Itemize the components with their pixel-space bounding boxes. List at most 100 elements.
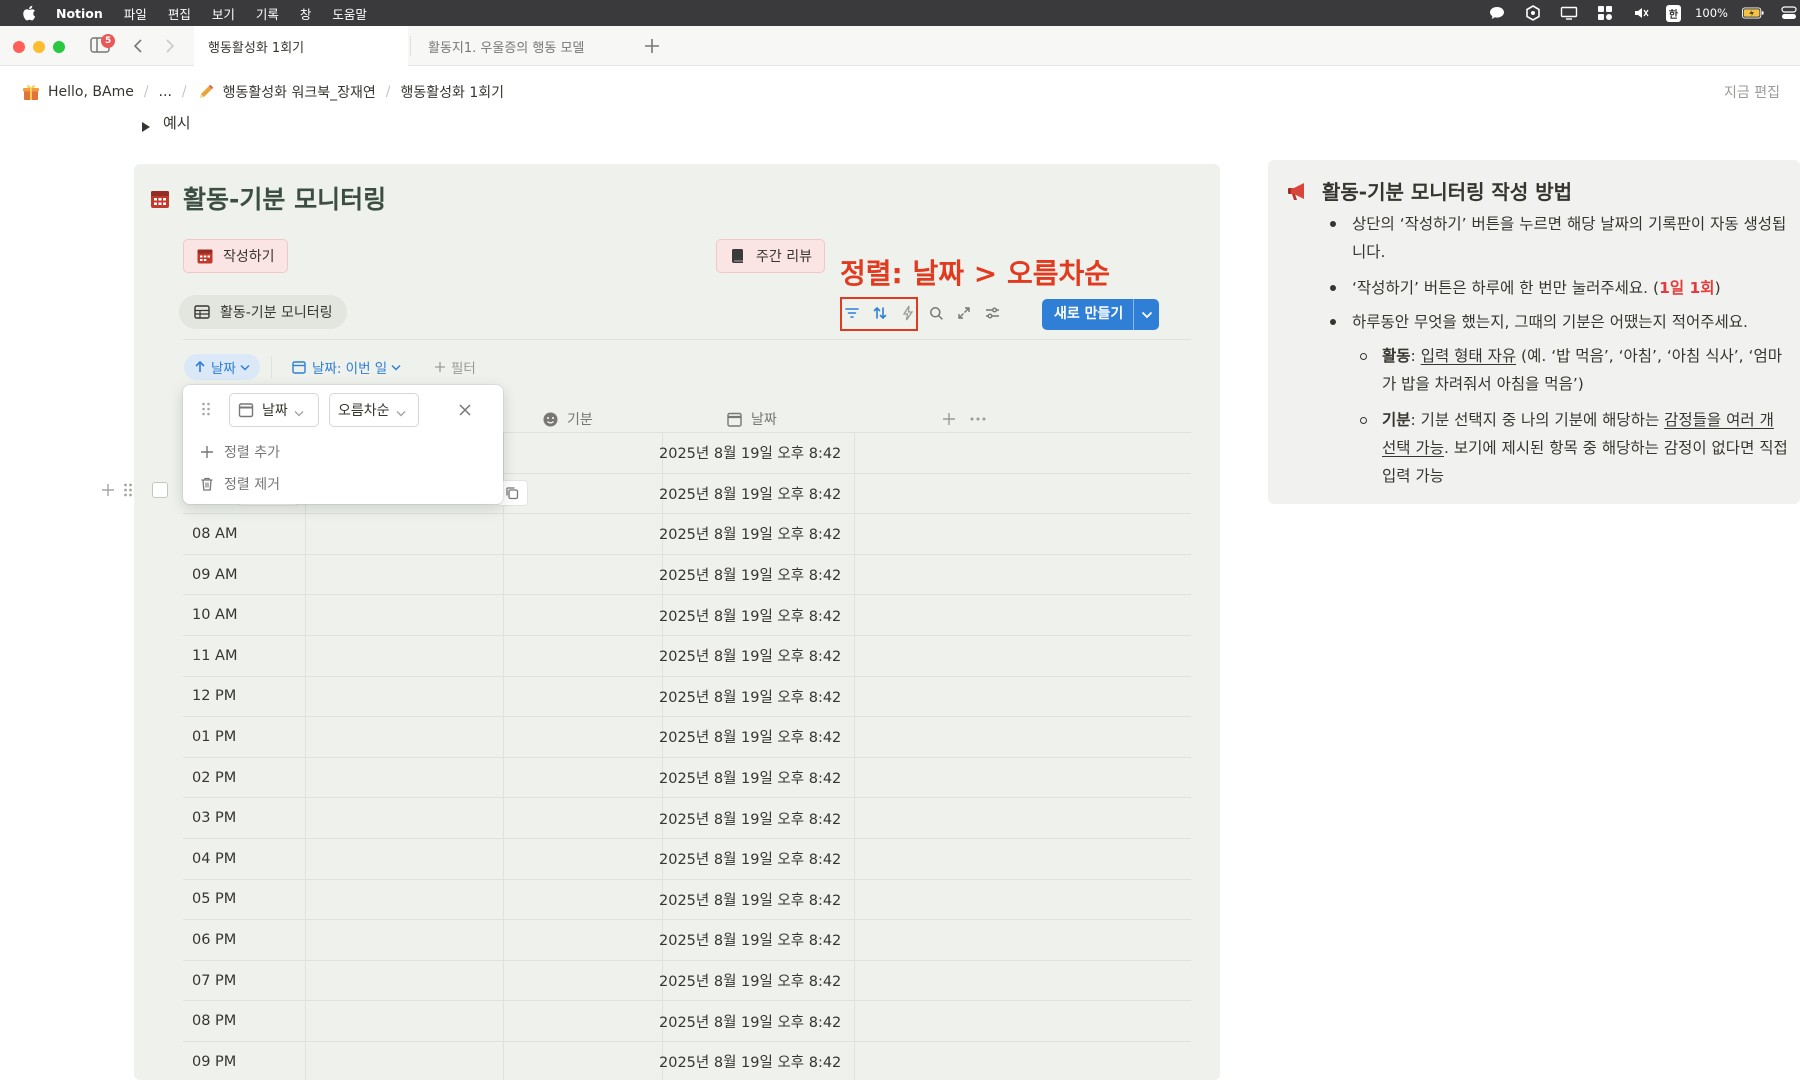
table-row[interactable]: 08 PM 2025년 8월 19일 오후 8:42 bbox=[183, 1000, 1191, 1041]
add-filter-chip[interactable]: 필터 bbox=[424, 354, 486, 380]
menu-edit[interactable]: 편집 bbox=[168, 4, 191, 23]
new-tab-plus-icon[interactable] bbox=[640, 34, 664, 58]
tab-active[interactable]: 행동활성화 1회기 bbox=[194, 26, 408, 66]
chat-icon[interactable] bbox=[1486, 5, 1508, 21]
toggle-triangle-icon[interactable] bbox=[141, 118, 151, 132]
time-cell[interactable]: 05 PM bbox=[192, 880, 298, 920]
expand-icon[interactable] bbox=[950, 299, 978, 327]
date-cell[interactable]: 2025년 8월 19일 오후 8:42 bbox=[659, 717, 879, 757]
breadcrumb-ellipsis[interactable]: ... bbox=[159, 84, 172, 100]
table-row[interactable]: 06 PM 2025년 8월 19일 오후 8:42 bbox=[183, 919, 1191, 960]
apple-icon[interactable] bbox=[20, 4, 38, 22]
date-cell[interactable]: 2025년 8월 19일 오후 8:42 bbox=[659, 1042, 879, 1080]
input-source-indicator[interactable]: 한 bbox=[1665, 4, 1682, 22]
date-cell[interactable]: 2025년 8월 19일 오후 8:42 bbox=[659, 636, 879, 676]
menu-window[interactable]: 창 bbox=[300, 4, 312, 23]
time-cell[interactable]: 04 PM bbox=[192, 839, 298, 879]
date-cell[interactable]: 2025년 8월 19일 오후 8:42 bbox=[659, 433, 879, 473]
example-toggle[interactable]: 예시 bbox=[141, 112, 191, 133]
search-icon[interactable] bbox=[922, 299, 950, 327]
table-row[interactable]: 03 PM 2025년 8월 19일 오후 8:42 bbox=[183, 797, 1191, 838]
time-cell[interactable]: 01 PM bbox=[192, 717, 298, 757]
settings-sliders-icon[interactable] bbox=[978, 299, 1006, 327]
more-options-icon[interactable] bbox=[969, 404, 989, 434]
date-cell[interactable]: 2025년 8월 19일 오후 8:42 bbox=[659, 880, 879, 920]
chevron-down-icon[interactable] bbox=[1133, 299, 1159, 330]
breadcrumb-parent[interactable]: 행동활성화 워크북_장재연 bbox=[223, 82, 376, 102]
time-cell[interactable]: 08 PM bbox=[192, 1001, 298, 1041]
close-window-button[interactable] bbox=[13, 41, 25, 53]
forward-arrow-icon[interactable] bbox=[160, 36, 178, 56]
date-cell[interactable]: 2025년 8월 19일 오후 8:42 bbox=[659, 514, 879, 554]
back-arrow-icon[interactable] bbox=[130, 36, 148, 56]
table-row[interactable]: 12 PM 2025년 8월 19일 오후 8:42 bbox=[183, 675, 1191, 717]
table-row[interactable]: 02 PM 2025년 8월 19일 오후 8:42 bbox=[183, 756, 1191, 798]
menu-file[interactable]: 파일 bbox=[124, 4, 147, 23]
row-checkbox[interactable] bbox=[152, 482, 168, 498]
fullscreen-window-button[interactable] bbox=[53, 41, 65, 53]
hexagon-app-icon[interactable] bbox=[1522, 5, 1544, 21]
plus-icon[interactable] bbox=[100, 482, 116, 498]
column-header-date[interactable]: 날짜 bbox=[726, 404, 777, 434]
menu-app-name[interactable]: Notion bbox=[56, 6, 103, 21]
new-record-button[interactable]: 새로 만들기 bbox=[1042, 299, 1160, 330]
table-row[interactable]: 11 AM 2025년 8월 19일 오후 8:42 bbox=[183, 634, 1191, 676]
close-icon[interactable] bbox=[456, 401, 474, 419]
time-cell[interactable]: 09 PM bbox=[192, 1042, 298, 1080]
time-cell[interactable]: 11 AM bbox=[192, 636, 298, 676]
notification-badge[interactable]: 5 bbox=[101, 34, 116, 48]
time-cell[interactable]: 08 AM bbox=[192, 514, 298, 554]
tab-inactive[interactable]: 활동지1. 우울증의 행동 모델 bbox=[414, 26, 628, 66]
add-column-plus-icon[interactable] bbox=[942, 404, 958, 434]
table-row[interactable]: 01 PM 2025년 8월 19일 오후 8:42 bbox=[183, 716, 1191, 757]
minimize-window-button[interactable] bbox=[33, 41, 45, 53]
column-header-mood[interactable]: 기분 bbox=[542, 404, 593, 434]
database-title: 활동-기분 모니터링 bbox=[149, 180, 386, 216]
time-cell[interactable]: 07 PM bbox=[192, 961, 298, 1001]
weekly-review-button[interactable]: 주간 리뷰 bbox=[716, 239, 825, 273]
date-cell[interactable]: 2025년 8월 19일 오후 8:42 bbox=[659, 798, 879, 838]
table-row[interactable]: 04 PM 2025년 8월 19일 오후 8:42 bbox=[183, 837, 1191, 879]
table-row[interactable]: 07 PM 2025년 8월 19일 오후 8:42 bbox=[183, 959, 1191, 1001]
breadcrumb-workspace[interactable]: Hello, BAme bbox=[48, 84, 134, 100]
date-cell[interactable]: 2025년 8월 19일 오후 8:42 bbox=[659, 595, 879, 635]
time-cell[interactable]: 09 AM bbox=[192, 555, 298, 595]
time-cell[interactable]: 03 PM bbox=[192, 798, 298, 838]
remove-sort-button[interactable]: 정렬 제거 bbox=[199, 474, 280, 494]
control-center-icon[interactable] bbox=[1594, 5, 1616, 21]
sort-direction-select[interactable]: 오름차순 bbox=[329, 393, 419, 427]
add-sort-button[interactable]: 정렬 추가 bbox=[199, 442, 280, 462]
drag-handle-icon[interactable] bbox=[122, 482, 138, 498]
toggle-switch-icon[interactable] bbox=[1778, 5, 1800, 21]
table-row[interactable]: 09 AM 2025년 8월 19일 오후 8:42 bbox=[183, 553, 1191, 595]
display-icon[interactable] bbox=[1558, 5, 1580, 21]
date-cell[interactable]: 2025년 8월 19일 오후 8:42 bbox=[659, 961, 879, 1001]
date-cell[interactable]: 2025년 8월 19일 오후 8:42 bbox=[659, 920, 879, 960]
menu-help[interactable]: 도움말 bbox=[332, 4, 367, 23]
date-cell[interactable]: 2025년 8월 19일 오후 8:42 bbox=[659, 839, 879, 879]
write-button[interactable]: 작성하기 bbox=[183, 239, 288, 273]
menu-history[interactable]: 기록 bbox=[256, 4, 279, 23]
breadcrumb-current[interactable]: 행동활성화 1회기 bbox=[400, 82, 504, 102]
time-cell[interactable]: 10 AM bbox=[192, 595, 298, 635]
time-cell[interactable]: 12 PM bbox=[192, 677, 298, 717]
drag-handle-icon[interactable] bbox=[201, 401, 215, 419]
table-row[interactable]: 09 PM 2025년 8월 19일 오후 8:42 bbox=[183, 1040, 1191, 1080]
date-cell[interactable]: 2025년 8월 19일 오후 8:42 bbox=[659, 555, 879, 595]
table-row[interactable]: 10 AM 2025년 8월 19일 오후 8:42 bbox=[183, 594, 1191, 635]
menu-view[interactable]: 보기 bbox=[212, 4, 235, 23]
battery-charging-icon[interactable] bbox=[1742, 5, 1764, 21]
time-cell[interactable]: 02 PM bbox=[192, 758, 298, 798]
mute-icon[interactable] bbox=[1630, 5, 1652, 21]
date-cell[interactable]: 2025년 8월 19일 오후 8:42 bbox=[659, 677, 879, 717]
view-tab-table[interactable]: 활동-기분 모니터링 bbox=[179, 295, 347, 329]
sort-chip[interactable]: 날짜 bbox=[184, 354, 260, 380]
date-filter-chip[interactable]: 날짜: 이번 일 bbox=[282, 354, 411, 380]
date-cell[interactable]: 2025년 8월 19일 오후 8:42 bbox=[659, 758, 879, 798]
date-cell[interactable]: 2025년 8월 19일 오후 8:42 bbox=[659, 1001, 879, 1041]
sort-property-select[interactable]: 날짜 bbox=[229, 393, 319, 427]
time-cell[interactable]: 06 PM bbox=[192, 920, 298, 960]
table-row[interactable]: 08 AM 2025년 8월 19일 오후 8:42 bbox=[183, 513, 1191, 554]
table-row[interactable]: 05 PM 2025년 8월 19일 오후 8:42 bbox=[183, 878, 1191, 920]
date-cell[interactable]: 2025년 8월 19일 오후 8:42 bbox=[659, 474, 879, 514]
